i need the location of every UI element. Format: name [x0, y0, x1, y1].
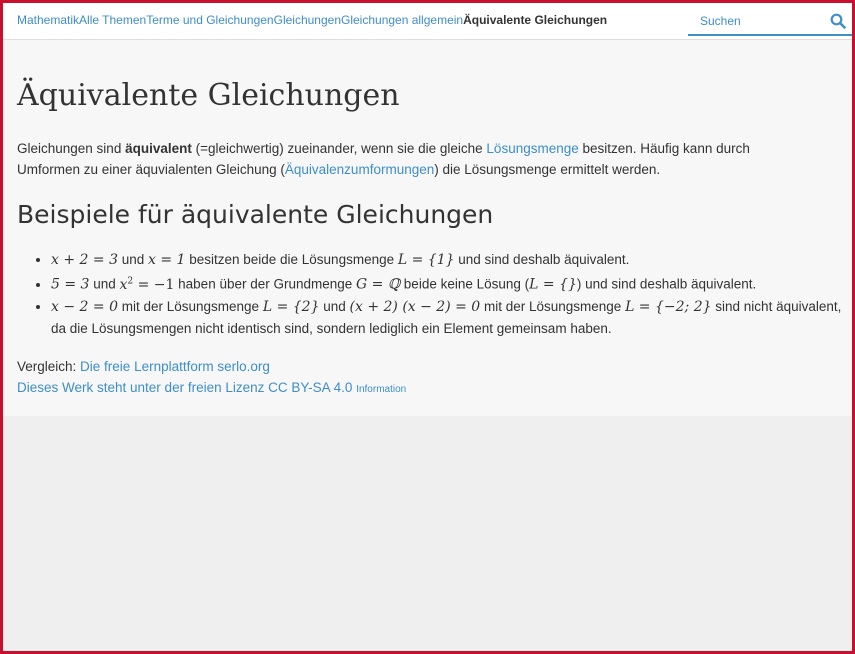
formula-part: = −1 — [133, 276, 175, 293]
page-title: Äquivalente Gleichungen — [17, 78, 400, 113]
list-text: ) und sind deshalb äquivalent. — [576, 276, 757, 292]
list-text: und sind deshalb äquivalent. — [454, 252, 630, 267]
formula: x = 1 — [148, 252, 186, 268]
breadcrumb-item-terme-und-gleichungen[interactable]: Terme und Gleichungen — [146, 13, 273, 27]
loesungsmenge-link[interactable]: Lösungsmenge — [486, 141, 578, 156]
list-text: haben über der Grundmenge — [174, 276, 357, 292]
list-item: x − 2 = 0 mit der Lösungsmenge L = {2} u… — [51, 296, 851, 339]
formula: G = ℚ — [356, 276, 401, 293]
search-box — [688, 6, 852, 36]
license-line: Dieses Werk steht unter der freien Lizen… — [17, 377, 406, 400]
formula: x2 = −1 — [119, 276, 175, 293]
breadcrumb-item-gleichungen[interactable]: Gleichungen — [274, 13, 341, 27]
examples-list: x + 2 = 3 und x = 1 besitzen beide die L… — [17, 249, 851, 339]
formula: L = {−2; 2} — [625, 298, 712, 315]
intro-text-1: Gleichungen sind — [17, 141, 126, 156]
intro-paragraph: Gleichungen sind äquivalent (=gleichwert… — [17, 138, 807, 180]
list-text: und — [89, 276, 120, 292]
section-title: Beispiele für äquivalente Gleichungen — [17, 200, 494, 229]
list-text: beide keine Lösung ( — [400, 276, 530, 292]
list-item: 5 = 3 und x2 = −1 haben über der Grundme… — [51, 271, 851, 296]
intro-text-4: ) die Lösungsmenge ermittelt werden. — [434, 162, 661, 177]
license-link[interactable]: Dieses Werk steht unter der freien Lizen… — [17, 380, 352, 395]
serlo-link[interactable]: Die freie Lernplattform serlo.org — [80, 359, 270, 374]
formula: (x + 2) (x − 2) = 0 — [349, 298, 481, 315]
formula: 5 = 3 — [51, 276, 90, 293]
breadcrumb-item-gleichungen-allgemein[interactable]: Gleichungen allgemein — [341, 13, 463, 27]
list-text: mit der Lösungsmenge — [117, 298, 263, 314]
formula: L = {1} — [397, 252, 455, 268]
top-bar: MathematikAlle ThemenTerme und Gleichung… — [3, 3, 852, 40]
breadcrumb-item-mathematik[interactable]: Mathematik — [17, 13, 79, 27]
formula: L = {2} — [262, 298, 320, 315]
main-content: Äquivalente Gleichungen Gleichungen sind… — [3, 40, 852, 416]
breadcrumb-item-alle-themen[interactable]: Alle Themen — [79, 13, 146, 27]
search-input[interactable] — [698, 13, 822, 29]
list-text: mit der Lösungsmenge — [480, 298, 626, 314]
formula: x − 2 = 0 — [51, 298, 118, 315]
list-text: besitzen beide die Lösungsmenge — [185, 252, 398, 267]
list-item: x + 2 = 3 und x = 1 besitzen beide die L… — [51, 249, 851, 271]
compare-label: Vergleich: — [17, 359, 81, 374]
aequivalenzumformungen-link[interactable]: Äquivalenzumformungen — [285, 162, 434, 177]
breadcrumb-current: Äquivalente Gleichungen — [463, 13, 608, 27]
search-icon[interactable] — [830, 13, 846, 29]
list-text: und — [319, 298, 350, 314]
information-link[interactable]: Information — [356, 384, 406, 395]
formula: L = {} — [529, 276, 577, 293]
intro-bold: äquivalent — [125, 141, 192, 156]
formula: x + 2 = 3 — [51, 252, 118, 268]
intro-text-2: (=gleichwertig) zueinander, wenn sie die… — [191, 141, 487, 156]
footer: Vergleich: Die freie Lernplattform serlo… — [17, 356, 406, 400]
compare-line: Vergleich: Die freie Lernplattform serlo… — [17, 356, 406, 377]
breadcrumb: MathematikAlle ThemenTerme und Gleichung… — [17, 13, 607, 27]
list-text: und — [117, 252, 149, 267]
